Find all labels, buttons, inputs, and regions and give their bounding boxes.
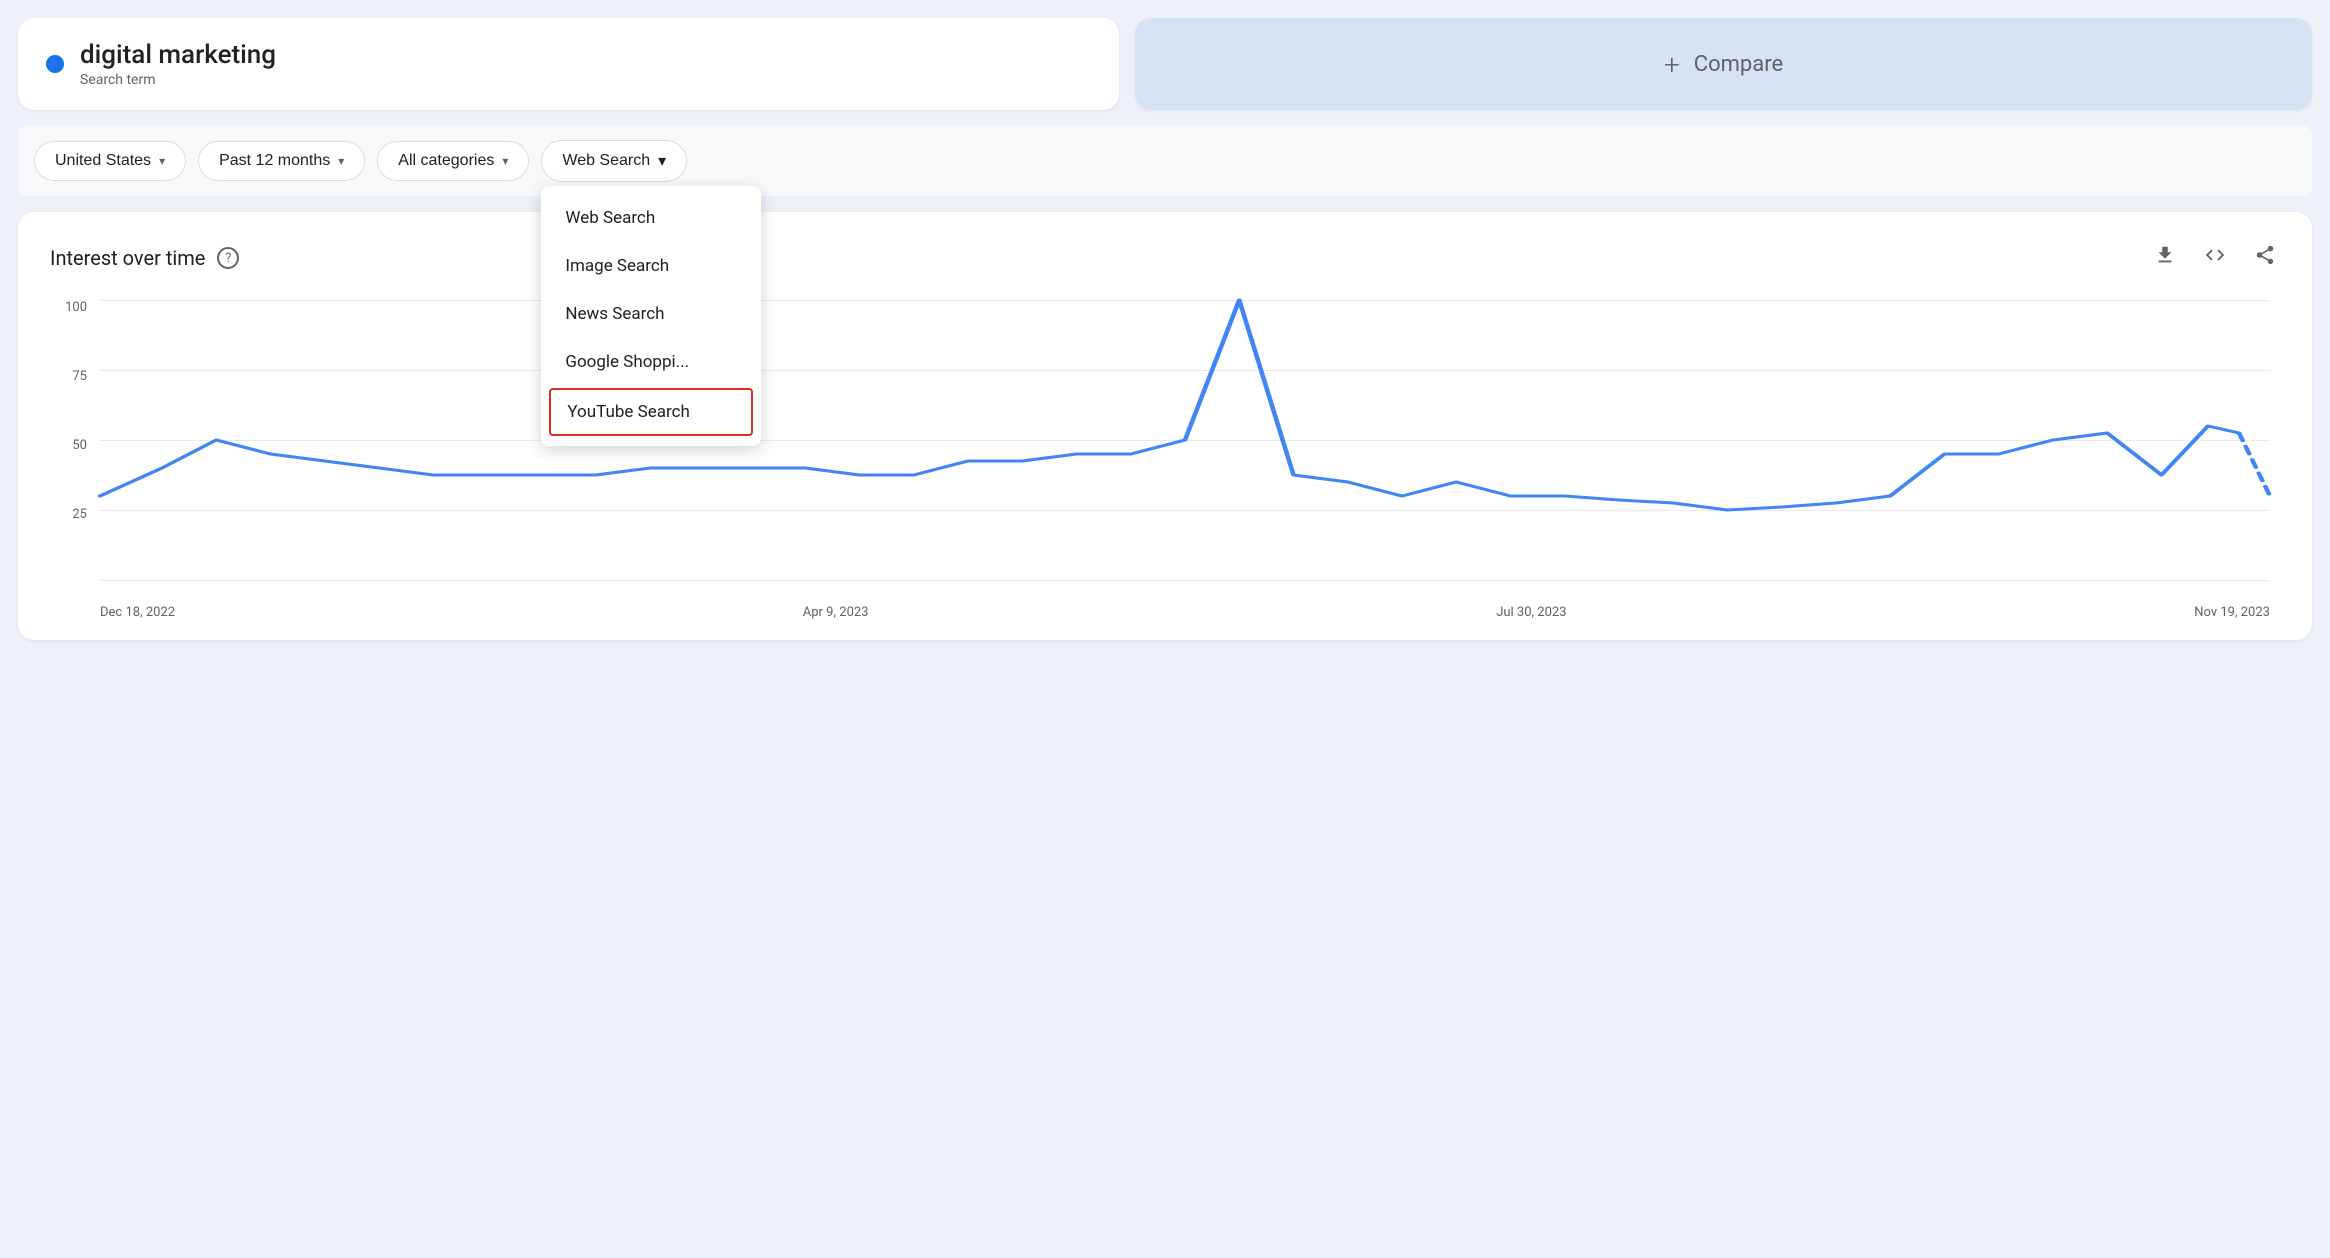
time-chevron: ▾ [338,154,344,168]
dropdown-item-google-shopping[interactable]: Google Shoppi... [541,338,761,386]
y-axis-labels: 100 75 50 25 [50,300,95,580]
interest-over-time-card: Interest over time ? 100 75 50 25 [18,212,2312,640]
compare-label: Compare [1694,52,1783,77]
categories-chevron: ▾ [502,154,508,168]
search-text-group: digital marketing Search term [80,40,276,88]
plus-icon: + [1664,48,1680,81]
location-label: United States [55,152,151,170]
y-label-25: 25 [50,507,95,522]
chart-area: 100 75 50 25 Dec 18 [50,300,2280,620]
chart-plot [100,300,2270,580]
help-icon[interactable]: ? [217,247,239,269]
x-label-dec2022: Dec 18, 2022 [100,605,175,620]
y-label-100: 100 [50,300,95,315]
download-button[interactable] [2150,240,2180,276]
dropdown-item-youtube-search[interactable]: YouTube Search [549,388,753,436]
line-chart-dashed [2239,433,2270,496]
search-type-dropdown-container: Web Search ▾ Web Search Image Search New… [541,140,687,182]
share-button[interactable] [2250,240,2280,276]
embed-button[interactable] [2200,240,2230,276]
chart-title-group: Interest over time ? [50,246,239,270]
search-type-chevron: ▾ [658,151,666,171]
grid-line-0 [100,580,2270,581]
x-label-apr2023: Apr 9, 2023 [803,605,869,620]
search-term-label: Search term [80,72,276,88]
filters-row: United States ▾ Past 12 months ▾ All cat… [18,126,2312,196]
term-color-dot [46,55,64,73]
dropdown-item-news-search[interactable]: News Search [541,290,761,338]
time-filter[interactable]: Past 12 months ▾ [198,141,365,181]
search-type-filter[interactable]: Web Search ▾ [541,140,687,182]
y-label-50: 50 [50,438,95,453]
categories-label: All categories [398,152,494,170]
time-label: Past 12 months [219,152,330,170]
chart-actions [2150,240,2280,276]
dropdown-item-image-search[interactable]: Image Search [541,242,761,290]
location-chevron: ▾ [159,154,165,168]
search-type-dropdown-menu: Web Search Image Search News Search Goog… [541,186,761,446]
location-filter[interactable]: United States ▾ [34,141,186,181]
search-type-label: Web Search [562,152,650,170]
compare-card[interactable]: + Compare [1135,18,2312,110]
chart-title: Interest over time [50,246,205,270]
x-axis-labels: Dec 18, 2022 Apr 9, 2023 Jul 30, 2023 No… [100,584,2270,620]
line-chart-solid [100,300,2239,510]
line-chart-svg [100,300,2270,580]
chart-header: Interest over time ? [50,240,2280,276]
x-label-nov2023: Nov 19, 2023 [2194,605,2270,620]
y-label-75: 75 [50,369,95,384]
dropdown-item-web-search[interactable]: Web Search [541,194,761,242]
search-term: digital marketing [80,40,276,70]
x-label-jul2023: Jul 30, 2023 [1496,605,1566,620]
categories-filter[interactable]: All categories ▾ [377,141,529,181]
search-term-card: digital marketing Search term [18,18,1119,110]
